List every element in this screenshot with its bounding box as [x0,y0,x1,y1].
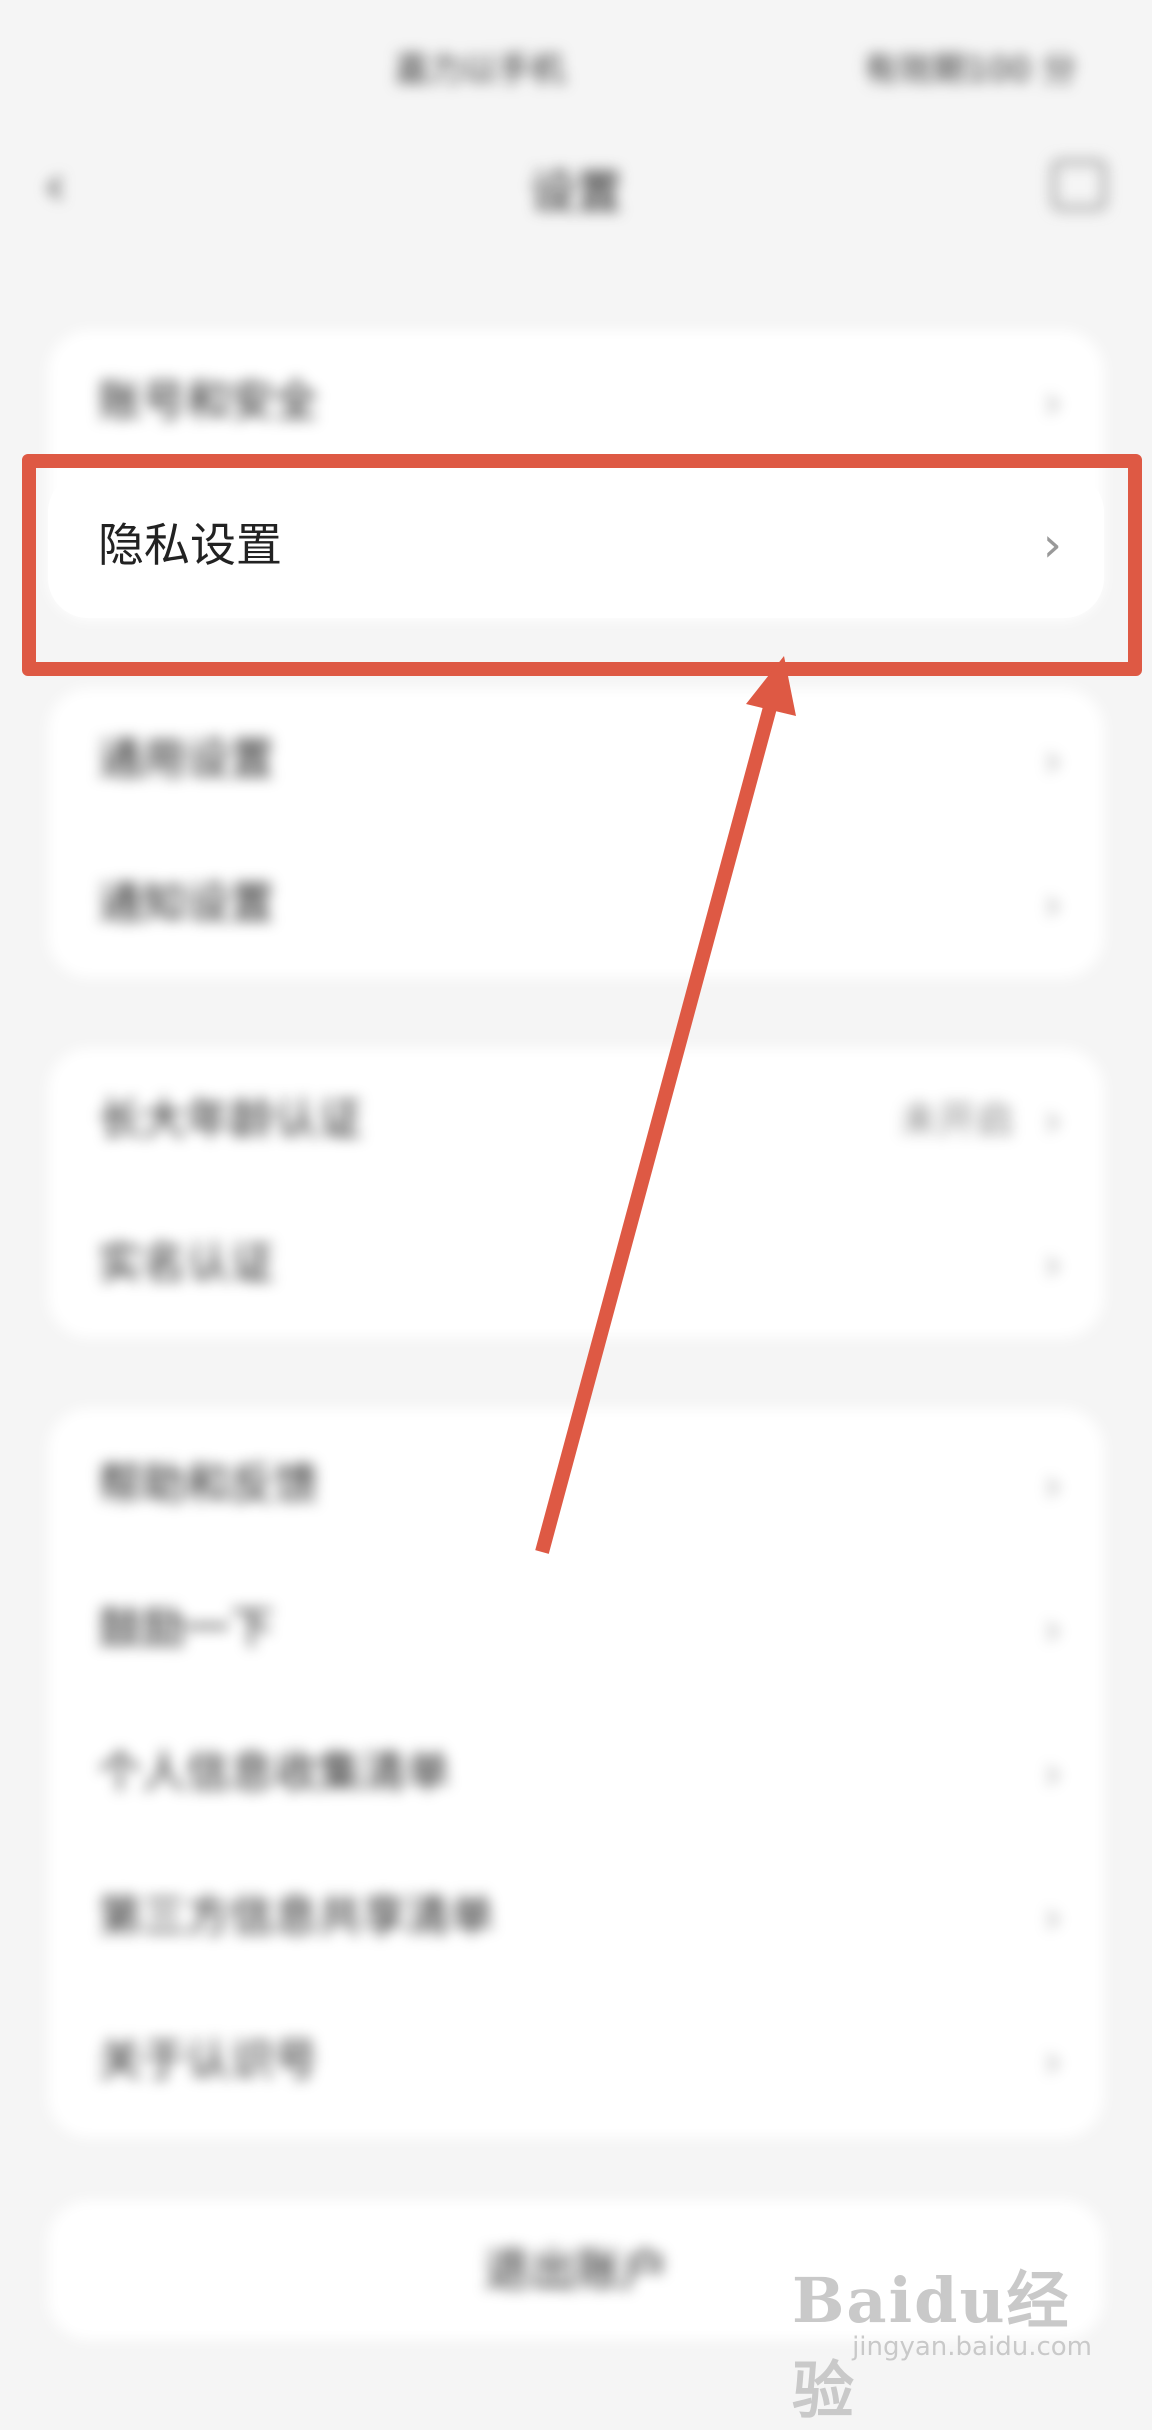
annotation-arrow-icon [535,656,796,1554]
settings-screen: 嘉力以手机 有效期100 分 ‹ 设置 账号和安全 › 通用设置 › 通知设置 … [0,0,1152,2427]
baidu-jingyan-watermark: Baidu经验 jingyan.baidu.com [792,2250,1092,2427]
watermark-sub: jingyan.baidu.com [852,2332,1092,2362]
